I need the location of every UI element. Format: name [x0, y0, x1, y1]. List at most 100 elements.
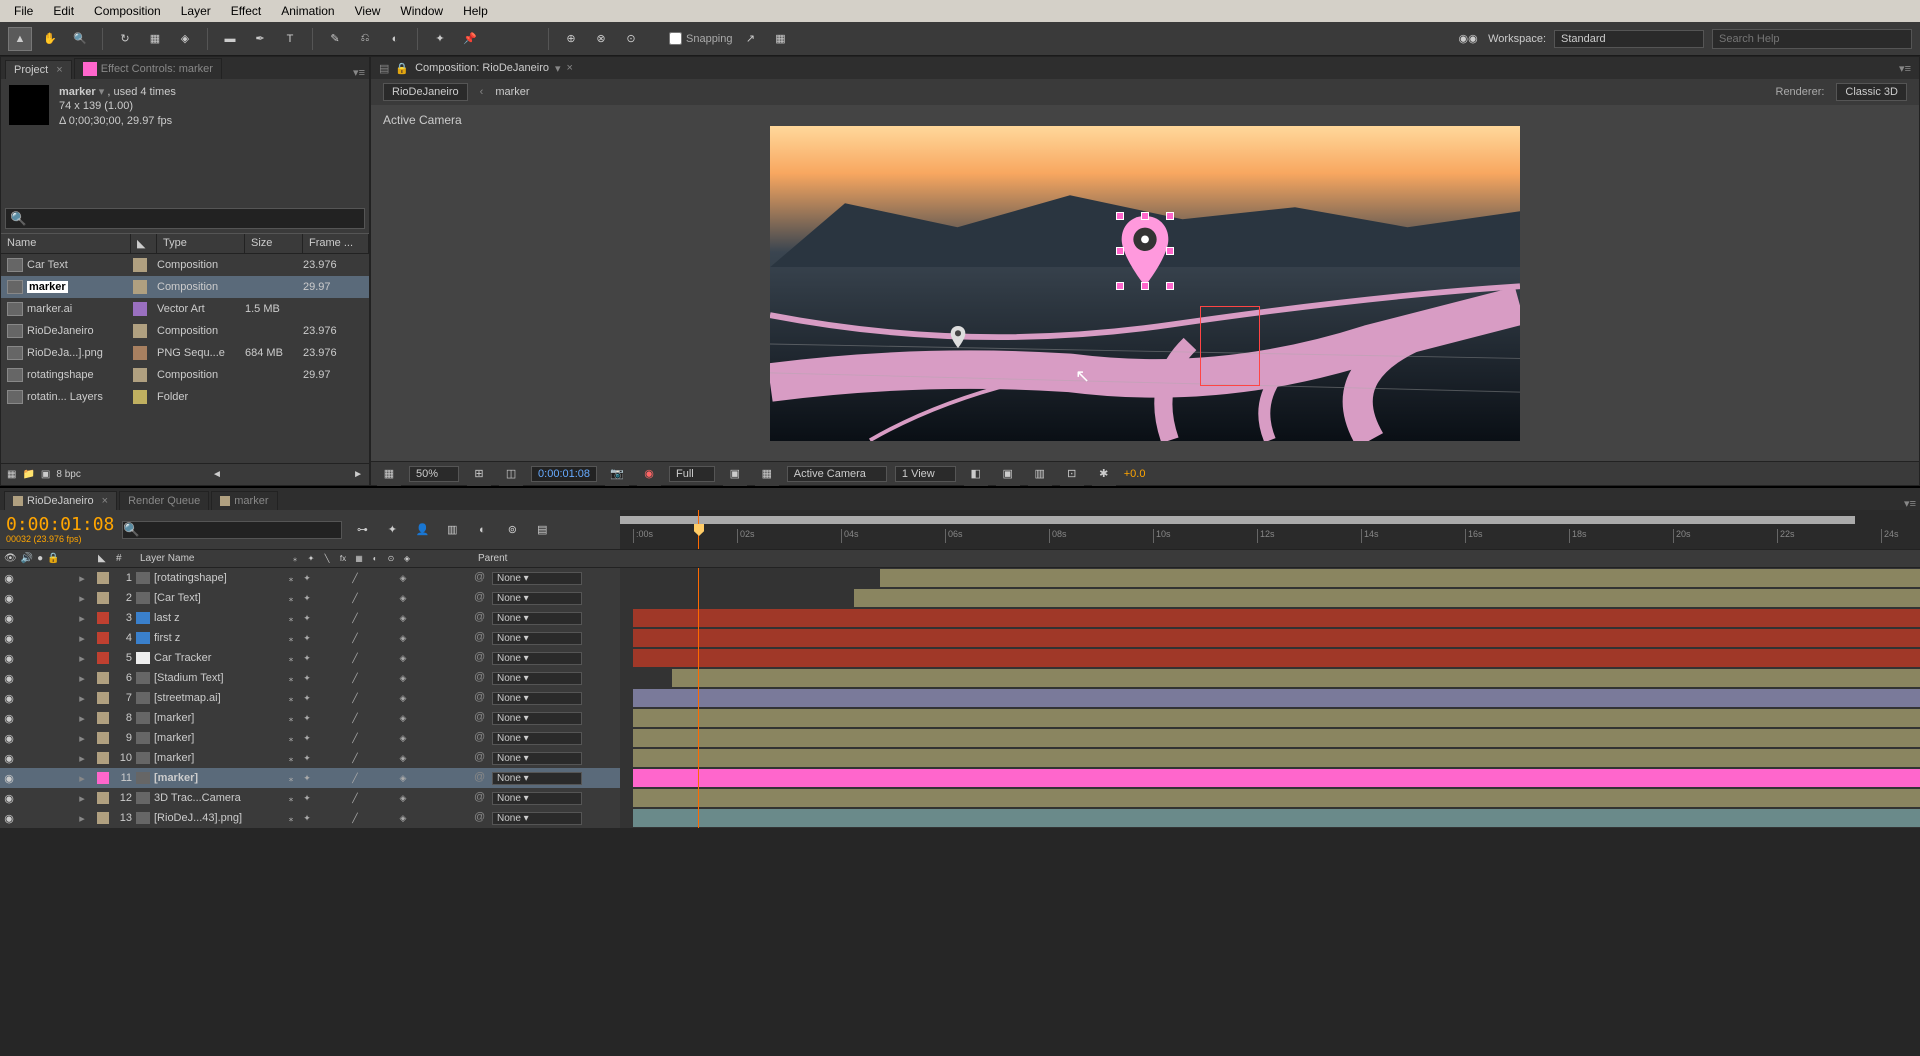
layer-row[interactable]: ◉ ▸ 9 [marker] ⁎✦╱◈ @ None ▾: [0, 728, 1920, 748]
layer-row[interactable]: ◉ ▸ 5 Car Tracker ⁎✦╱◈ @ None ▾: [0, 648, 1920, 668]
breadcrumb-child[interactable]: marker: [495, 86, 529, 98]
project-item[interactable]: Car Text Composition 23.976: [1, 254, 369, 276]
time-ruler[interactable]: :00s02s04s06s08s10s12s14s16s18s20s22s24s: [620, 510, 1920, 549]
axis-mode-2-icon[interactable]: ⊗: [589, 27, 613, 51]
preview-canvas[interactable]: ↖: [770, 126, 1520, 441]
layer-switches[interactable]: ⁎✦╱◈: [284, 753, 434, 764]
camera-tool-icon[interactable]: ▦: [143, 27, 167, 51]
pickwhip-icon[interactable]: @: [474, 571, 488, 585]
pickwhip-icon[interactable]: @: [474, 791, 488, 805]
twirl-icon[interactable]: ▸: [70, 652, 94, 665]
visibility-toggle-icon[interactable]: ◉: [2, 671, 16, 685]
layer-duration-bar[interactable]: [854, 589, 1920, 607]
visibility-toggle-icon[interactable]: ◉: [2, 731, 16, 745]
breadcrumb-root[interactable]: RioDeJaneiro: [383, 83, 468, 101]
roto-brush-tool-icon[interactable]: ✦: [428, 27, 452, 51]
interpret-footage-icon[interactable]: ▦: [7, 469, 16, 480]
frame-blend-icon[interactable]: ▥: [440, 518, 464, 542]
layer-label-swatch[interactable]: [97, 632, 109, 644]
label-swatch[interactable]: [133, 280, 147, 294]
selected-marker[interactable]: [1120, 216, 1170, 286]
layer-row[interactable]: ◉ ▸ 10 [marker] ⁎✦╱◈ @ None ▾: [0, 748, 1920, 768]
label-swatch[interactable]: [133, 324, 147, 338]
project-tab[interactable]: Project×: [5, 60, 72, 79]
clone-stamp-tool-icon[interactable]: ⎌: [353, 27, 377, 51]
label-swatch[interactable]: [133, 368, 147, 382]
search-help-input[interactable]: [1712, 29, 1912, 49]
pickwhip-icon[interactable]: @: [474, 591, 488, 605]
visibility-toggle-icon[interactable]: ◉: [2, 711, 16, 725]
layer-duration-bar[interactable]: [633, 609, 1920, 627]
scrollbar-left-icon[interactable]: ◄: [212, 469, 222, 480]
column-frame[interactable]: Frame ...: [303, 234, 369, 253]
visibility-toggle-icon[interactable]: ◉: [2, 691, 16, 705]
layer-label-swatch[interactable]: [97, 612, 109, 624]
parent-select[interactable]: None ▾: [492, 792, 582, 805]
lock-icon[interactable]: 🔒: [395, 62, 409, 75]
layer-row[interactable]: ◉ ▸ 1 [rotatingshape] ⁎✦╱◈ @ None ▾: [0, 568, 1920, 588]
twirl-icon[interactable]: ▸: [70, 812, 94, 825]
brain-icon[interactable]: ⊚: [500, 518, 524, 542]
motion-blur-icon[interactable]: ◐: [470, 518, 494, 542]
pickwhip-icon[interactable]: @: [474, 751, 488, 765]
panel-grip-icon[interactable]: ▤: [379, 62, 389, 75]
layer-label-swatch[interactable]: [97, 732, 109, 744]
axis-mode-icon[interactable]: ⊕: [559, 27, 583, 51]
layer-duration-bar[interactable]: [633, 749, 1920, 767]
column-name[interactable]: Name: [1, 234, 131, 253]
pickwhip-icon[interactable]: @: [474, 671, 488, 685]
solo-column-icon[interactable]: ●: [37, 553, 43, 564]
menu-file[interactable]: File: [4, 4, 43, 18]
twirl-icon[interactable]: ▸: [70, 732, 94, 745]
visibility-toggle-icon[interactable]: ◉: [2, 771, 16, 785]
channel-icon[interactable]: ◉: [637, 462, 661, 486]
layer-switches[interactable]: ⁎✦╱◈: [284, 713, 434, 724]
layer-row[interactable]: ◉ ▸ 8 [marker] ⁎✦╱◈ @ None ▾: [0, 708, 1920, 728]
composition-viewer[interactable]: Active Camera: [371, 105, 1919, 461]
resolution-select[interactable]: Full: [669, 466, 715, 482]
project-item[interactable]: RioDeJaneiro Composition 23.976: [1, 320, 369, 342]
pickwhip-icon[interactable]: @: [474, 731, 488, 745]
grid-icon[interactable]: ⊞: [467, 462, 491, 486]
layer-row[interactable]: ◉ ▸ 13 [RioDeJ...43].png] ⁎✦╱◈ @ None ▾: [0, 808, 1920, 828]
parent-select[interactable]: None ▾: [492, 632, 582, 645]
layer-row[interactable]: ◉ ▸ 7 [streetmap.ai] ⁎✦╱◈ @ None ▾: [0, 688, 1920, 708]
layer-label-swatch[interactable]: [97, 572, 109, 584]
panel-menu-icon[interactable]: ▾≡: [349, 66, 369, 79]
layer-switches[interactable]: ⁎✦╱◈: [284, 613, 434, 624]
parent-select[interactable]: None ▾: [492, 672, 582, 685]
layer-row[interactable]: ◉ ▸ 3 last z ⁎✦╱◈ @ None ▾: [0, 608, 1920, 628]
layer-duration-bar[interactable]: [633, 789, 1920, 807]
layer-switches[interactable]: ⁎✦╱◈: [284, 653, 434, 664]
parent-select[interactable]: None ▾: [492, 752, 582, 765]
parent-select[interactable]: None ▾: [492, 592, 582, 605]
snapshot-icon[interactable]: 📷: [605, 462, 629, 486]
timeline-icon[interactable]: ▥: [1028, 462, 1052, 486]
current-time[interactable]: 0:00:01:08: [531, 466, 597, 482]
layer-duration-bar[interactable]: [880, 569, 1920, 587]
layer-label-swatch[interactable]: [97, 812, 109, 824]
timeline-tab-marker[interactable]: marker: [211, 491, 277, 510]
pickwhip-icon[interactable]: @: [474, 771, 488, 785]
twirl-icon[interactable]: ▸: [70, 672, 94, 685]
draft-3d-icon[interactable]: ✦: [380, 518, 404, 542]
layer-row[interactable]: ◉ ▸ 4 first z ⁎✦╱◈ @ None ▾: [0, 628, 1920, 648]
project-item[interactable]: rotatingshape Composition 29.97: [1, 364, 369, 386]
column-type[interactable]: Type: [157, 234, 245, 253]
menu-window[interactable]: Window: [390, 4, 453, 18]
work-area-bar[interactable]: [620, 516, 1855, 524]
brush-tool-icon[interactable]: ✎: [323, 27, 347, 51]
workspace-select[interactable]: Standard: [1554, 30, 1704, 48]
menu-help[interactable]: Help: [453, 4, 498, 18]
label-swatch[interactable]: [133, 258, 147, 272]
parent-select[interactable]: None ▾: [492, 572, 582, 585]
layer-row[interactable]: ◉ ▸ 12 3D Trac...Camera ⁎✦╱◈ @ None ▾: [0, 788, 1920, 808]
twirl-icon[interactable]: ▸: [70, 712, 94, 725]
layer-switches[interactable]: ⁎✦╱◈: [284, 733, 434, 744]
visibility-toggle-icon[interactable]: ◉: [2, 611, 16, 625]
menu-animation[interactable]: Animation: [271, 4, 344, 18]
layer-label-swatch[interactable]: [97, 792, 109, 804]
renderer-select[interactable]: Classic 3D: [1836, 83, 1907, 101]
project-item[interactable]: RioDeJa...].png PNG Sequ...e 684 MB 23.9…: [1, 342, 369, 364]
reset-exposure-icon[interactable]: ✱: [1092, 462, 1116, 486]
